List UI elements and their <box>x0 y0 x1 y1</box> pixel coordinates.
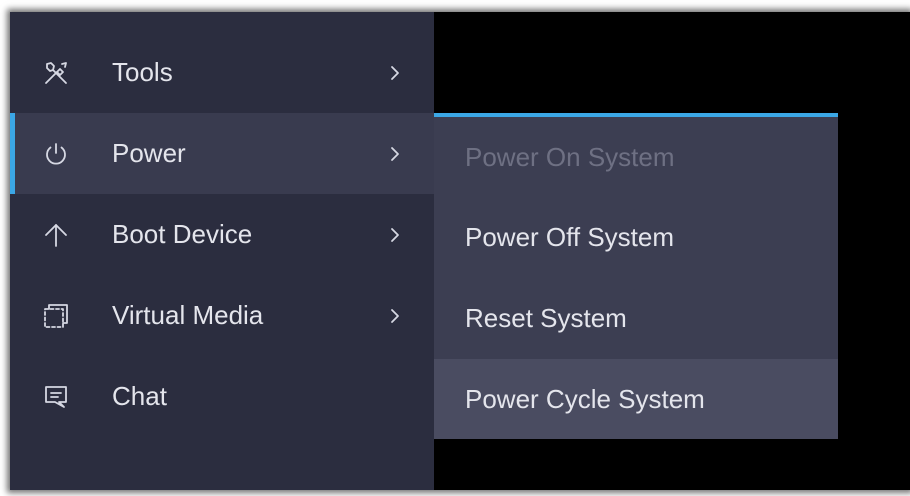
arrow-up-icon <box>40 219 72 251</box>
menu-item-chat[interactable]: Chat <box>10 356 434 437</box>
power-on-system-item: Power On System <box>434 117 838 197</box>
submenu-item-label: Power On System <box>465 141 675 172</box>
menu-item-label: Tools <box>112 57 173 87</box>
chevron-right-icon <box>388 63 404 83</box>
chevron-right-icon <box>388 225 404 245</box>
menu-item-label: Virtual Media <box>112 300 264 330</box>
submenu-item-label: Reset System <box>465 302 627 333</box>
power-submenu: Power On System Power Off System Reset S… <box>434 113 838 439</box>
chat-icon <box>40 381 72 413</box>
menu-item-label: Boot Device <box>112 219 253 249</box>
reset-system-item[interactable]: Reset System <box>434 278 838 358</box>
menu-item-label: Power <box>112 138 186 168</box>
power-icon <box>40 138 72 170</box>
menu-item-boot-device[interactable]: Boot Device <box>10 194 434 275</box>
tools-icon <box>40 57 72 89</box>
menu-item-virtual-media[interactable]: Virtual Media <box>10 275 434 356</box>
menu-item-power[interactable]: Power <box>10 113 434 194</box>
menu-item-label: Chat <box>112 381 167 411</box>
side-menu: Tools Power Boot Device Virtual Media Ch… <box>10 12 434 490</box>
remote-console-window: Tools Power Boot Device Virtual Media Ch… <box>10 12 910 490</box>
power-off-system-item[interactable]: Power Off System <box>434 197 838 277</box>
menu-item-tools[interactable]: Tools <box>10 32 434 113</box>
virtual-media-icon <box>40 300 72 332</box>
power-cycle-system-item[interactable]: Power Cycle System <box>434 359 838 439</box>
chevron-right-icon <box>388 144 404 164</box>
chevron-right-icon <box>388 306 404 326</box>
submenu-item-label: Power Off System <box>465 221 675 252</box>
submenu-item-label: Power Cycle System <box>465 383 705 414</box>
